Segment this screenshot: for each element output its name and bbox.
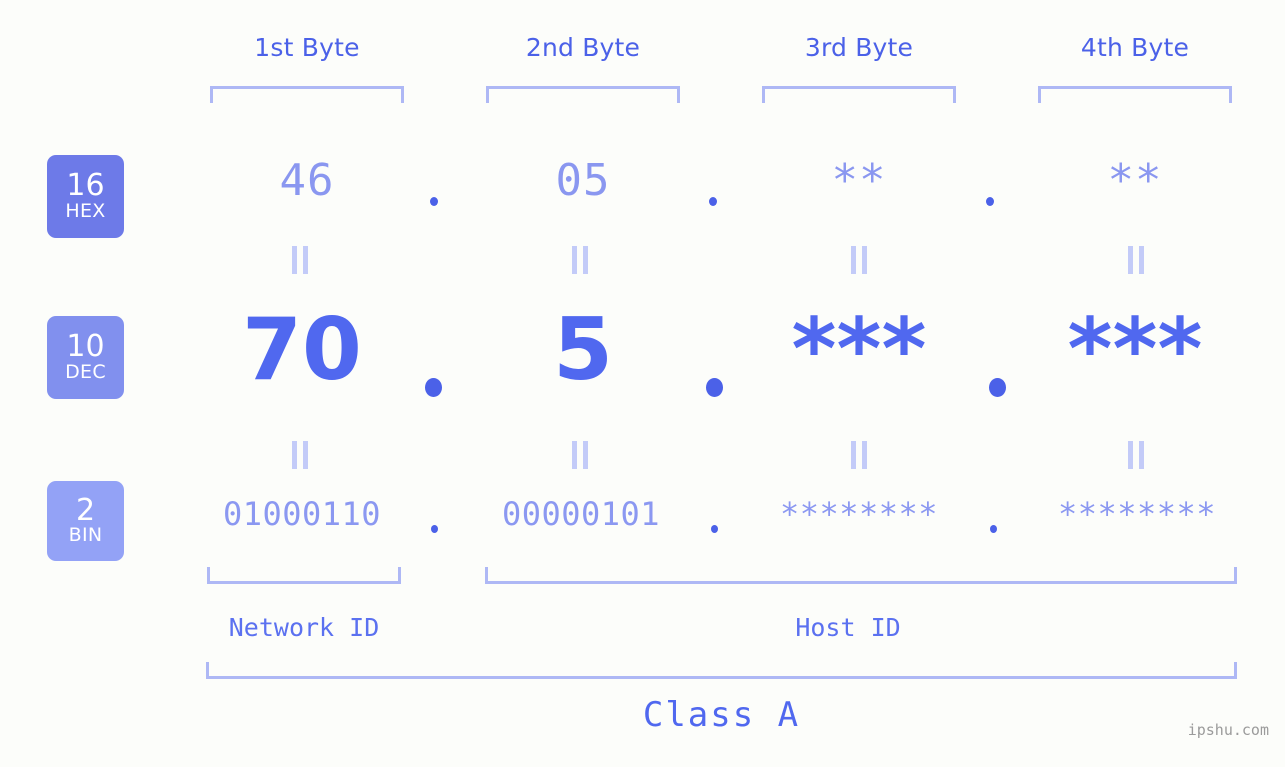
base-badge-dec-number: 10: [66, 329, 105, 365]
bin-separator-1: [431, 525, 438, 533]
byte-header-3: 3rd Byte: [804, 33, 914, 62]
equals-mark-dec-bin-2: [572, 441, 588, 469]
equals-mark-hex-dec-1: [292, 246, 308, 274]
dec-separator-3: [989, 378, 1006, 397]
dec-byte-3: ***: [791, 300, 927, 400]
hex-byte-4: **: [1107, 155, 1163, 206]
network-id-label: Network ID: [228, 613, 380, 642]
bin-separator-2: [711, 525, 718, 533]
byte-header-2: 2nd Byte: [525, 33, 641, 62]
hex-byte-3: **: [831, 155, 887, 206]
bin-separator-3: [990, 525, 997, 533]
equals-mark-hex-dec-2: [572, 246, 588, 274]
dec-byte-1: 70: [242, 300, 362, 400]
bin-byte-3: ********: [779, 495, 939, 533]
hex-byte-2: 05: [555, 155, 611, 206]
base-badge-dec-label: DEC: [65, 360, 106, 383]
hex-separator-3: [986, 197, 994, 206]
base-badge-hex: 16 HEX: [47, 155, 124, 238]
byte-bracket-4: [1038, 86, 1232, 103]
byte-bracket-1: [210, 86, 404, 103]
diagram-canvas: 1st Byte 2nd Byte 3rd Byte 4th Byte 16 H…: [0, 0, 1285, 767]
hex-separator-2: [709, 197, 717, 206]
dec-byte-4: ***: [1067, 300, 1203, 400]
base-badge-hex-label: HEX: [65, 199, 106, 222]
dec-byte-2: 5: [553, 300, 613, 400]
dec-separator-1: [425, 378, 442, 397]
dec-separator-2: [706, 378, 723, 397]
byte-bracket-2: [486, 86, 680, 103]
hex-separator-1: [430, 197, 438, 206]
bin-byte-2: 00000101: [501, 495, 661, 533]
equals-mark-dec-bin-1: [292, 441, 308, 469]
byte-header-4: 4th Byte: [1080, 33, 1190, 62]
equals-mark-dec-bin-3: [851, 441, 867, 469]
hex-byte-1: 46: [279, 155, 335, 206]
equals-mark-dec-bin-4: [1128, 441, 1144, 469]
host-id-label: Host ID: [795, 613, 901, 642]
equals-mark-hex-dec-4: [1128, 246, 1144, 274]
host-id-bracket: [485, 567, 1237, 584]
byte-header-1: 1st Byte: [254, 33, 360, 62]
base-badge-bin: 2 BIN: [47, 481, 124, 561]
site-watermark: ipshu.com: [1187, 721, 1269, 739]
network-id-bracket: [207, 567, 401, 584]
base-badge-bin-label: BIN: [68, 524, 103, 547]
byte-bracket-3: [762, 86, 956, 103]
bin-byte-4: ********: [1057, 495, 1217, 533]
class-bracket: [206, 662, 1237, 679]
class-label: Class A: [642, 695, 801, 735]
base-badge-dec: 10 DEC: [47, 316, 124, 399]
bin-byte-1: 01000110: [222, 495, 382, 533]
base-badge-hex-number: 16: [66, 168, 105, 204]
equals-mark-hex-dec-3: [851, 246, 867, 274]
base-badge-bin-number: 2: [75, 492, 96, 528]
